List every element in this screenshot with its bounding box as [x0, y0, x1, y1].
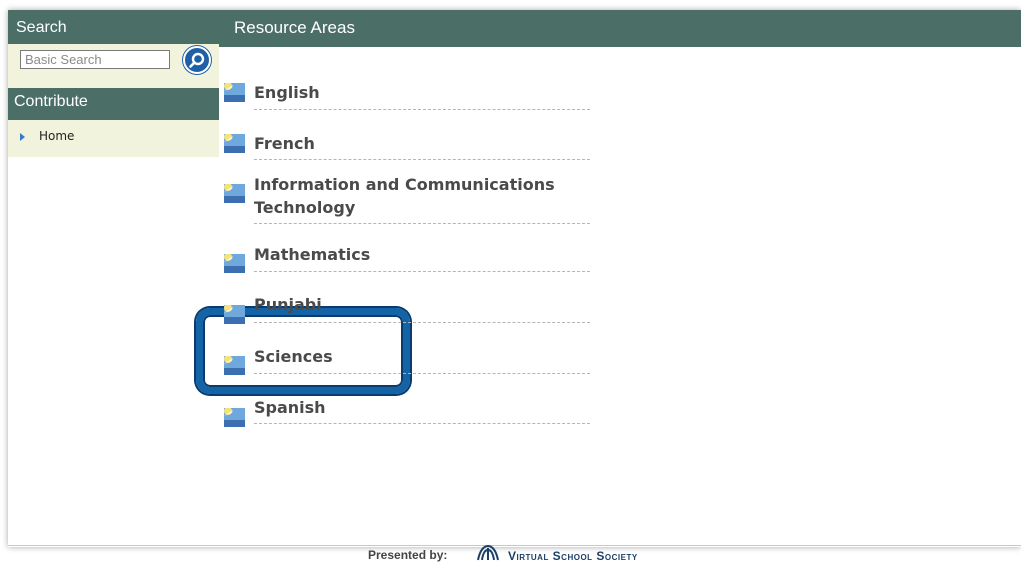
- search-button[interactable]: [183, 46, 211, 74]
- search-input[interactable]: [20, 50, 170, 69]
- divider: [254, 423, 590, 424]
- resource-area-label: French: [254, 134, 315, 153]
- triangle-right-icon: [20, 132, 25, 141]
- search-area: [8, 44, 219, 88]
- sunrise-icon: [224, 254, 245, 273]
- resource-area-label: Sciences: [254, 347, 333, 366]
- vs-logo-icon: [476, 544, 500, 562]
- resource-area-label: English: [254, 83, 320, 102]
- divider: [254, 373, 590, 374]
- footer-divider: [8, 545, 1021, 546]
- sunrise-icon: [224, 408, 245, 427]
- footer: Presented by: Virtual School Society: [368, 544, 637, 565]
- sunrise-icon: [224, 356, 245, 375]
- sidebar-item-home[interactable]: Home: [20, 129, 74, 143]
- search-heading: Search: [8, 10, 219, 44]
- sidebar: Search Contribute Home: [8, 10, 219, 547]
- contribute-heading: Contribute: [8, 88, 219, 120]
- divider: [254, 223, 590, 224]
- sidebar-nav: Home: [8, 120, 219, 157]
- divider: [254, 271, 590, 272]
- resource-areas-heading: Resource Areas: [219, 10, 1021, 47]
- presented-by-label: Presented by:: [368, 548, 448, 562]
- resource-area-label: Spanish: [254, 398, 326, 417]
- divider: [254, 322, 590, 323]
- sunrise-icon: [224, 83, 245, 102]
- search-icon: [189, 52, 205, 68]
- resource-area-label: Information and Communications Technolog…: [254, 175, 555, 217]
- resource-area-label: Punjabi: [254, 295, 322, 314]
- sunrise-icon: [224, 134, 245, 153]
- divider: [254, 109, 590, 110]
- organization-name[interactable]: Virtual School Society: [508, 549, 638, 563]
- sidebar-item-label: Home: [39, 129, 75, 143]
- resource-area-label: Mathematics: [254, 245, 371, 264]
- sunrise-icon: [224, 305, 245, 324]
- divider: [254, 159, 590, 160]
- sunrise-icon: [224, 184, 245, 203]
